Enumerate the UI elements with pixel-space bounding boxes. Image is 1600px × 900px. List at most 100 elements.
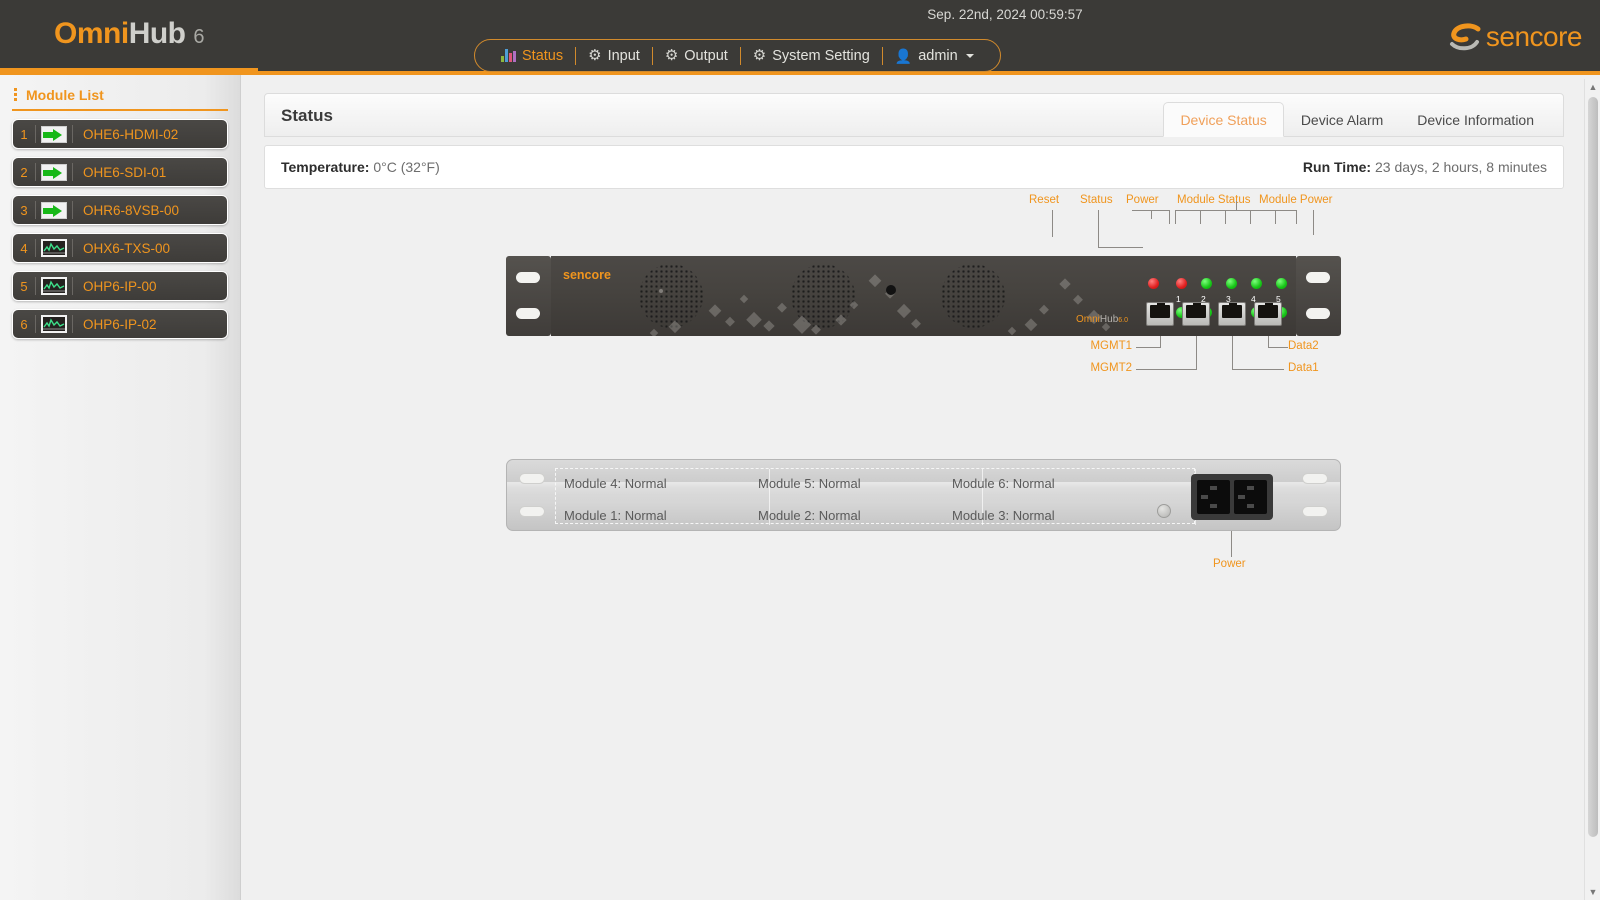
sidebar-item-module-1[interactable]: 1 OHE6-HDMI-02 [12, 119, 228, 149]
temperature-label: Temperature: [281, 159, 370, 175]
callout-line [1313, 210, 1314, 235]
logo-omni-text: Omni [54, 17, 129, 50]
callout-reset: Reset [1029, 194, 1060, 206]
callout-line [1232, 336, 1233, 370]
reset-button-hole[interactable] [659, 289, 663, 293]
rack-slot [1302, 473, 1328, 484]
callout-line [1136, 347, 1161, 348]
slot-label-module-6: Module 6: Normal [952, 476, 1055, 491]
nav-item-status-label: Status [522, 47, 564, 64]
sidebar-item-module-4[interactable]: 4 OHX6-TXS-00 [12, 233, 228, 263]
arrow-right-icon [36, 201, 72, 219]
rear-panel-chassis: Module 4: Normal Module 5: Normal Module… [506, 459, 1341, 531]
module-label: OHR6-8VSB-00 [83, 202, 180, 218]
callout-line [1236, 201, 1237, 211]
user-icon: 👤 [894, 47, 913, 64]
gear-icon: ⚙ [752, 47, 767, 64]
app-logo: OmniHub 6 [0, 0, 258, 71]
module-status-led-4 [1251, 278, 1262, 289]
module-status-led-2 [1201, 278, 1212, 289]
sencore-brand-text: sencore [1485, 21, 1583, 52]
app-logo-text: OmniHub 6 [54, 17, 204, 51]
runtime-label: Run Time: [1302, 159, 1372, 175]
callout-line [1268, 347, 1288, 348]
page-scrollbar[interactable]: ▲ ▼ [1584, 79, 1600, 900]
module-slot-region: Module 4: Normal Module 5: Normal Module… [555, 468, 1196, 525]
scroll-down-icon[interactable]: ▼ [1585, 884, 1600, 900]
slot-label-module-5: Module 5: Normal [758, 476, 861, 491]
nav-item-admin[interactable]: 👤 admin [883, 40, 986, 71]
temperature-value: 0°C (32°F) [373, 159, 440, 175]
module-number: 5 [20, 278, 28, 294]
module-list-header: Module List [12, 87, 228, 111]
front-panel-model-mark: OmniHub6.0 [1076, 314, 1128, 325]
module-status-led-3 [1226, 278, 1237, 289]
rear-screw-knob [1157, 504, 1171, 518]
slot-label-module-2: Module 2: Normal [758, 508, 861, 523]
nav-item-output-label: Output [684, 47, 728, 64]
rack-slot [1302, 506, 1328, 517]
mark-version-text: 6.0 [1118, 317, 1128, 324]
callout-power: Power [1126, 194, 1159, 206]
rack-slot [516, 272, 540, 283]
sencore-brand: sencore [1448, 21, 1583, 53]
tab-device-information[interactable]: Device Information [1400, 102, 1551, 137]
callout-line [1052, 210, 1053, 237]
datetime-display: Sep. 22nd, 2024 00:59:57 [927, 7, 1083, 22]
tab-device-alarm[interactable]: Device Alarm [1284, 102, 1400, 137]
callout-line [1231, 531, 1232, 557]
rear-panel-face: Module 4: Normal Module 5: Normal Module… [506, 459, 1341, 531]
rj45-jack-data2 [1254, 302, 1282, 326]
module-label: OHE6-SDI-01 [83, 164, 167, 180]
power-status-led [1148, 278, 1159, 289]
rack-slot [519, 506, 545, 517]
slot-label-module-1: Module 1: Normal [564, 508, 667, 523]
callout-power-rear: Power [1213, 558, 1246, 570]
sidebar-item-module-2[interactable]: 2 OHE6-SDI-01 [12, 157, 228, 187]
scroll-up-icon[interactable]: ▲ [1585, 79, 1600, 95]
rack-slot [1306, 272, 1330, 283]
waveform-icon [36, 315, 72, 333]
rj45-jack-mgmt2 [1182, 302, 1210, 326]
power-inlet-connector [1191, 474, 1273, 520]
nav-item-input[interactable]: ⚙ Input [576, 40, 652, 71]
sidebar-item-module-5[interactable]: 5 OHP6-IP-00 [12, 271, 228, 301]
callout-module-status: Module Status [1177, 194, 1251, 206]
gear-icon: ⚙ [588, 47, 602, 64]
nav-item-system-setting[interactable]: ⚙ System Setting [741, 40, 882, 71]
iec-socket-2 [1234, 480, 1267, 514]
rj45-jack-data1 [1218, 302, 1246, 326]
slot-label-module-3: Module 3: Normal [952, 508, 1055, 523]
chevron-down-icon [965, 53, 974, 58]
sencore-logo-icon [1449, 23, 1481, 51]
module-number: 4 [20, 240, 28, 256]
callout-data1: Data1 [1288, 362, 1319, 374]
module-led-number-1: 1 [1176, 294, 1181, 304]
runtime-row: Run Time: 23 days, 2 hours, 8 minutes [1303, 159, 1547, 175]
sidebar-item-module-3[interactable]: 3 OHR6-8VSB-00 [12, 195, 228, 225]
module-list-title: Module List [26, 87, 104, 103]
callout-line [1250, 210, 1251, 224]
rj45-jack-mgmt1 [1146, 302, 1174, 326]
module-label: OHX6-TXS-00 [83, 240, 171, 256]
nav-item-admin-label: admin [918, 47, 958, 64]
waveform-icon [36, 239, 72, 257]
front-panel-chassis: sencore OmniHub6.0 1 2 3 4 5 [506, 256, 1341, 336]
scrollbar-thumb[interactable] [1588, 97, 1598, 837]
module-status-led-5 [1276, 278, 1287, 289]
callout-bracket [1175, 210, 1297, 224]
rack-slot [516, 308, 540, 319]
gear-icon: ⚙ [664, 47, 679, 64]
top-header: OmniHub 6 Sep. 22nd, 2024 00:59:57 Statu… [0, 0, 1600, 75]
nav-item-status[interactable]: Status [489, 40, 575, 71]
tab-device-status[interactable]: Device Status [1163, 102, 1284, 137]
module-number: 3 [20, 202, 28, 218]
module-label: OHE6-HDMI-02 [83, 126, 179, 142]
runtime-value: 23 days, 2 hours, 8 minutes [1375, 159, 1547, 175]
rack-slot [1306, 308, 1330, 319]
iec-socket-1 [1197, 480, 1230, 514]
main-content: Status Device Status Device Alarm Device… [241, 75, 1586, 900]
nav-item-output[interactable]: ⚙ Output [653, 40, 740, 71]
sidebar-item-module-6[interactable]: 6 OHP6-IP-02 [12, 309, 228, 339]
status-indicator-dot [886, 285, 896, 295]
